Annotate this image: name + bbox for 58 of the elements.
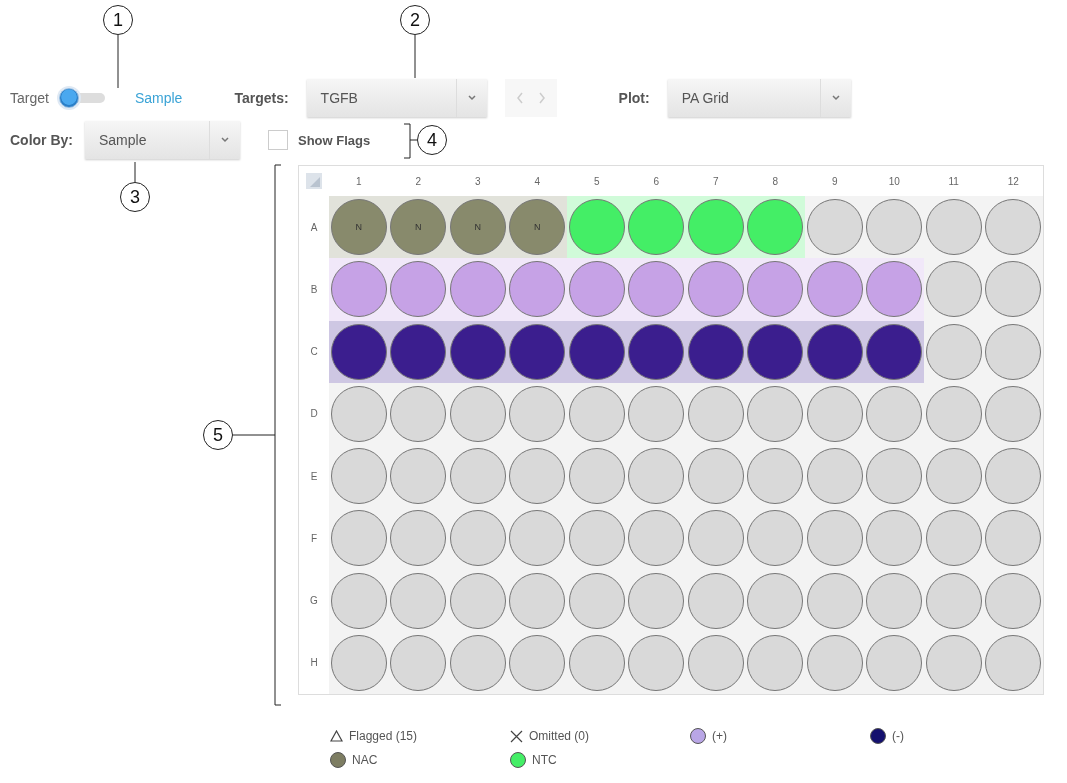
column-header: 10 <box>887 174 901 189</box>
column-header: 4 <box>533 174 542 189</box>
targets-dropdown[interactable]: TGFB <box>306 79 487 117</box>
plate-well[interactable] <box>866 323 923 380</box>
callout-number: 2 <box>400 5 430 35</box>
row-header: F <box>309 531 319 546</box>
legend-label: NTC <box>532 753 557 767</box>
column-header: 7 <box>711 174 720 189</box>
toggle-label[interactable]: Target <box>10 90 49 106</box>
column-header: 12 <box>1006 174 1020 189</box>
checkbox[interactable] <box>268 130 288 150</box>
column-header: 11 <box>947 174 960 189</box>
row-header: E <box>309 469 319 484</box>
column-header: 8 <box>771 174 780 189</box>
plate-well[interactable]: N <box>509 199 566 256</box>
legend-label: NAC <box>352 753 378 767</box>
chevron-down-icon <box>467 95 476 101</box>
bracket-line <box>403 123 418 159</box>
column-header: 3 <box>473 174 482 189</box>
chevron-left-icon[interactable] <box>515 92 524 104</box>
legend-label: Omitted (0) <box>529 729 589 743</box>
plate-well[interactable] <box>330 323 387 380</box>
row-header: G <box>309 594 319 609</box>
field-label: Plot: <box>618 90 650 106</box>
chevron-down-icon <box>221 137 229 143</box>
column-header: 9 <box>830 174 839 189</box>
chevron-right-icon[interactable] <box>537 92 546 104</box>
row-header: C <box>309 345 319 360</box>
column-header: 5 <box>592 174 601 189</box>
callout-number: 1 <box>103 5 133 35</box>
plate-well[interactable]: N <box>449 199 506 256</box>
leader-line <box>134 161 136 183</box>
row-header: B <box>309 282 319 297</box>
legend-label: Flagged (15) <box>349 729 418 743</box>
callout-number: 4 <box>417 125 447 155</box>
column-header: 2 <box>414 174 423 189</box>
leader-line <box>414 34 416 79</box>
row-header: H <box>309 656 319 671</box>
color-by-dropdown[interactable]: Sample <box>85 121 240 159</box>
row-header: A <box>309 220 319 235</box>
checkbox-label[interactable]: Show Flags <box>298 132 371 148</box>
plate-well[interactable]: N <box>330 199 387 256</box>
plot-dropdown[interactable]: PA Grid <box>667 79 851 117</box>
legend-label: (+) <box>712 729 727 743</box>
select-all-icon[interactable] <box>306 173 322 189</box>
plate-well[interactable]: N <box>390 199 447 256</box>
field-label: Color By: <box>10 132 73 148</box>
chevron-down-icon <box>831 95 840 101</box>
cross-icon <box>510 729 523 743</box>
callout-number: 3 <box>120 182 150 212</box>
column-header: 6 <box>652 174 661 189</box>
row-header: D <box>309 407 319 422</box>
leader-line <box>117 34 119 89</box>
triangle-icon <box>330 730 343 742</box>
callout-number: 5 <box>203 420 233 450</box>
field-label: Targets: <box>234 90 289 106</box>
legend-label: (-) <box>892 729 904 743</box>
column-header: 1 <box>354 174 363 189</box>
